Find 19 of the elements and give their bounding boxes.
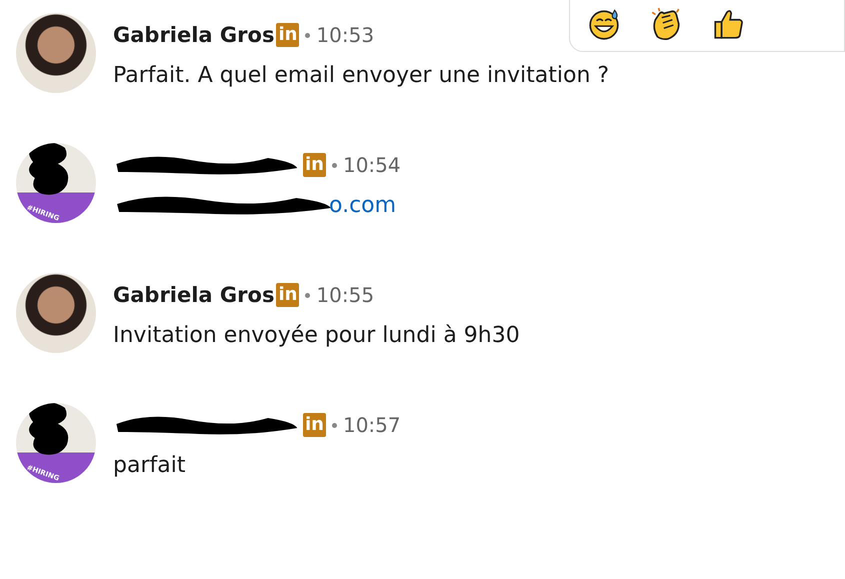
grinning-face-sweat-icon — [587, 7, 621, 41]
message-text: parfait — [113, 452, 186, 478]
linkedin-badge: in — [276, 23, 300, 47]
separator-dot — [305, 32, 310, 38]
message-text: Parfait. A quel email envoyer une invitation ? — [113, 62, 610, 88]
sender-name[interactable]: Gabriela Gros — [113, 283, 274, 307]
email-link[interactable]: o.com — [329, 192, 396, 218]
sender-name[interactable]: Gabriela Gros — [113, 23, 274, 47]
message-time: 10:55 — [316, 283, 374, 307]
linkedin-badge: in — [276, 283, 300, 307]
message-time: 10:53 — [316, 23, 374, 47]
separator-dot — [332, 162, 337, 168]
message-time: 10:54 — [342, 153, 401, 177]
message-text: Invitation envoyée pour lundi à 9h30 — [113, 322, 520, 348]
separator-dot — [305, 292, 310, 298]
linkedin-badge: in — [303, 413, 326, 437]
message-time: 10:57 — [342, 413, 401, 437]
separator-dot — [332, 422, 337, 428]
linkedin-badge: in — [303, 153, 326, 177]
